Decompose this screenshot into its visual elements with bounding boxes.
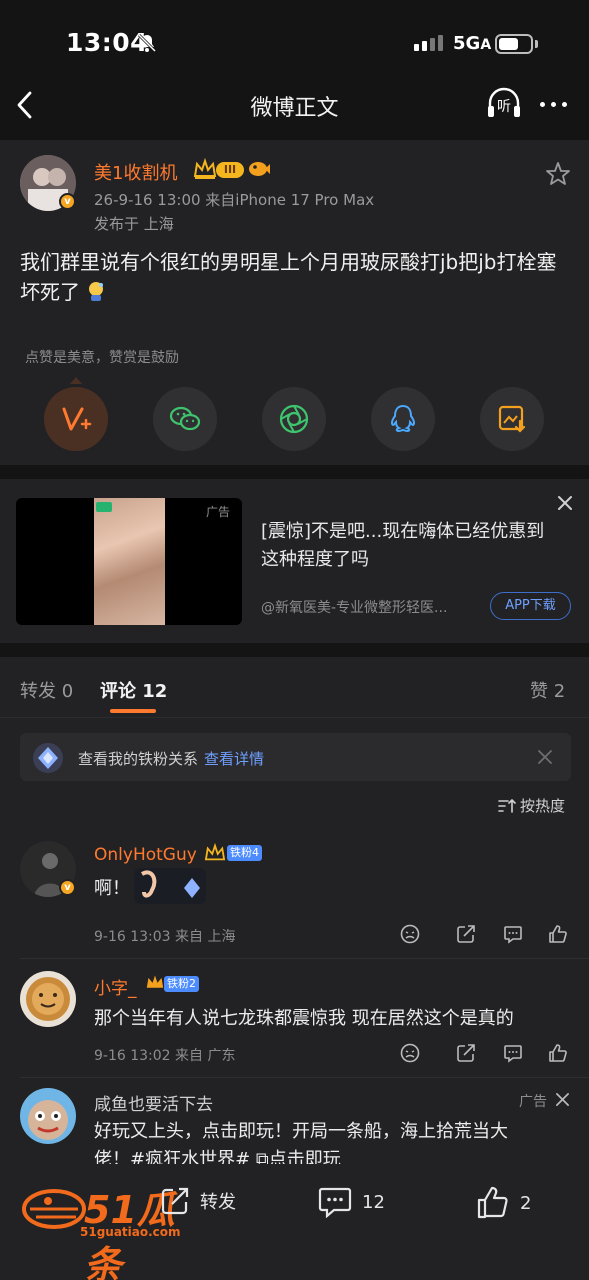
reward-icon xyxy=(62,407,92,431)
author-name[interactable]: 美1收割机 xyxy=(94,159,177,185)
repost-icon[interactable] xyxy=(456,924,476,944)
post-meta: 26-9-16 13:00 来自iPhone 17 Pro Max xyxy=(94,191,375,209)
like-icon[interactable] xyxy=(548,1043,568,1063)
comment-actions xyxy=(400,1043,570,1065)
crown-icon xyxy=(204,843,226,861)
bottom-repost-button[interactable]: 转发 xyxy=(160,1186,236,1216)
divider xyxy=(20,1077,589,1078)
bottom-like-button[interactable]: 2 xyxy=(476,1186,531,1220)
comment-text: 啊！ xyxy=(94,878,130,899)
close-icon[interactable] xyxy=(556,494,574,512)
more-menu-icon[interactable] xyxy=(540,102,567,107)
signal-icon xyxy=(414,35,443,51)
close-icon[interactable] xyxy=(537,749,553,765)
watermark-url: 51guatiao.com xyxy=(80,1225,181,1239)
comment-sticker xyxy=(134,868,206,904)
fan-relation-text: 查看我的铁粉关系 查看详情 xyxy=(78,750,265,768)
divider xyxy=(20,958,589,959)
ad-title[interactable]: [震惊]不是吧...现在嗨体已经优惠到这种程度了吗 xyxy=(261,518,561,574)
battery-tip xyxy=(535,40,538,48)
ad-comment-text[interactable]: 好玩又上头，点击即玩！开局一条船，海上拾荒当大 xyxy=(94,1117,564,1143)
crown-icon xyxy=(193,158,217,179)
post-text: 我们群里说有个很红的男明星上个月用玻尿酸打jb把jb打栓塞坏死了 xyxy=(20,250,557,304)
tab-comments[interactable]: 评论 12 xyxy=(100,677,167,703)
comment-actions xyxy=(400,924,570,946)
ad-label: 广告 xyxy=(206,505,231,519)
tab-reposts[interactable]: 转发 0 xyxy=(20,677,73,703)
comment-icon xyxy=(318,1187,352,1218)
verified-badge-icon: v xyxy=(59,879,76,896)
ad-author-name[interactable]: 咸鱼也要活下去 xyxy=(94,1090,213,1115)
like-icon[interactable] xyxy=(548,924,568,944)
reward-button[interactable] xyxy=(44,387,108,451)
comment-meta: 9-16 13:03 来自 上海 xyxy=(94,929,236,945)
status-time: 13:04 xyxy=(66,28,149,57)
listen-label: 听 xyxy=(497,99,511,115)
wechat-icon xyxy=(169,406,201,431)
emoji-reaction-icon[interactable] xyxy=(400,924,420,944)
fish-badge-icon xyxy=(249,162,270,176)
network-label: 5GA xyxy=(453,33,492,54)
watermark-fish-icon xyxy=(22,1189,86,1229)
divider xyxy=(0,717,589,718)
commenter-name[interactable]: 小字_ xyxy=(94,974,137,999)
bell-muted-icon xyxy=(137,33,157,53)
repost-icon xyxy=(161,1187,189,1215)
sort-icon xyxy=(498,798,516,813)
commenter-avatar[interactable] xyxy=(20,971,76,1027)
share-moments-button[interactable] xyxy=(262,387,326,451)
crown-icon xyxy=(146,975,164,988)
emoji-reaction-icon[interactable] xyxy=(400,1043,420,1063)
ad-source: @新氧医美-专业微整形轻医... xyxy=(261,600,448,616)
share-wechat-button[interactable] xyxy=(153,387,217,451)
app-download-button[interactable]: APP下载 xyxy=(490,592,571,620)
repost-icon[interactable] xyxy=(456,1043,476,1063)
bottom-like-count: 2 xyxy=(520,1192,532,1214)
level-badge: III xyxy=(216,162,244,178)
tab-active-indicator xyxy=(110,709,156,713)
qq-icon xyxy=(390,404,416,433)
fan-level-tag: 铁粉2 xyxy=(164,976,199,992)
sort-label: 按热度 xyxy=(520,797,566,815)
moments-icon xyxy=(279,404,309,434)
favorite-star-icon[interactable] xyxy=(545,161,571,187)
listen-button[interactable]: 听 xyxy=(486,87,522,121)
fan-diamond-icon xyxy=(33,743,63,773)
comment-text: 那个当年有人说七龙珠都震惊我 现在居然这个是真的 xyxy=(94,1008,514,1029)
fan-level-tag: 铁粉4 xyxy=(227,845,262,861)
ear-sticker-icon xyxy=(140,870,200,898)
comment-meta: 9-16 13:02 来自 广东 xyxy=(94,1048,236,1064)
save-image-icon xyxy=(498,405,526,433)
fan-detail-link[interactable]: 查看详情 xyxy=(204,750,264,768)
bottom-comment-button[interactable]: 12 xyxy=(318,1186,385,1218)
reply-icon[interactable] xyxy=(503,1043,523,1063)
ad-label: 广告 xyxy=(519,1094,547,1110)
battery-icon xyxy=(495,34,533,54)
post-location: 发布于 上海 xyxy=(94,215,174,233)
like-icon xyxy=(477,1186,508,1219)
reward-hint: 点赞是美意，赞赏是鼓励 xyxy=(25,350,179,366)
commenter-name[interactable]: OnlyHotGuy xyxy=(94,845,197,865)
save-image-button[interactable] xyxy=(480,387,544,451)
bottom-comment-count: 12 xyxy=(362,1191,385,1213)
sweat-emoji-icon xyxy=(89,282,104,301)
ad-avatar[interactable] xyxy=(20,1088,76,1144)
reply-icon[interactable] xyxy=(503,924,523,944)
bottom-repost-label: 转发 xyxy=(200,1192,236,1213)
share-qq-button[interactable] xyxy=(371,387,435,451)
close-icon[interactable] xyxy=(555,1092,570,1107)
reward-pointer xyxy=(70,377,82,384)
verified-badge-icon: v xyxy=(59,193,76,210)
sort-button[interactable]: 按热度 xyxy=(498,795,565,816)
tab-likes[interactable]: 赞 2 xyxy=(530,677,565,703)
